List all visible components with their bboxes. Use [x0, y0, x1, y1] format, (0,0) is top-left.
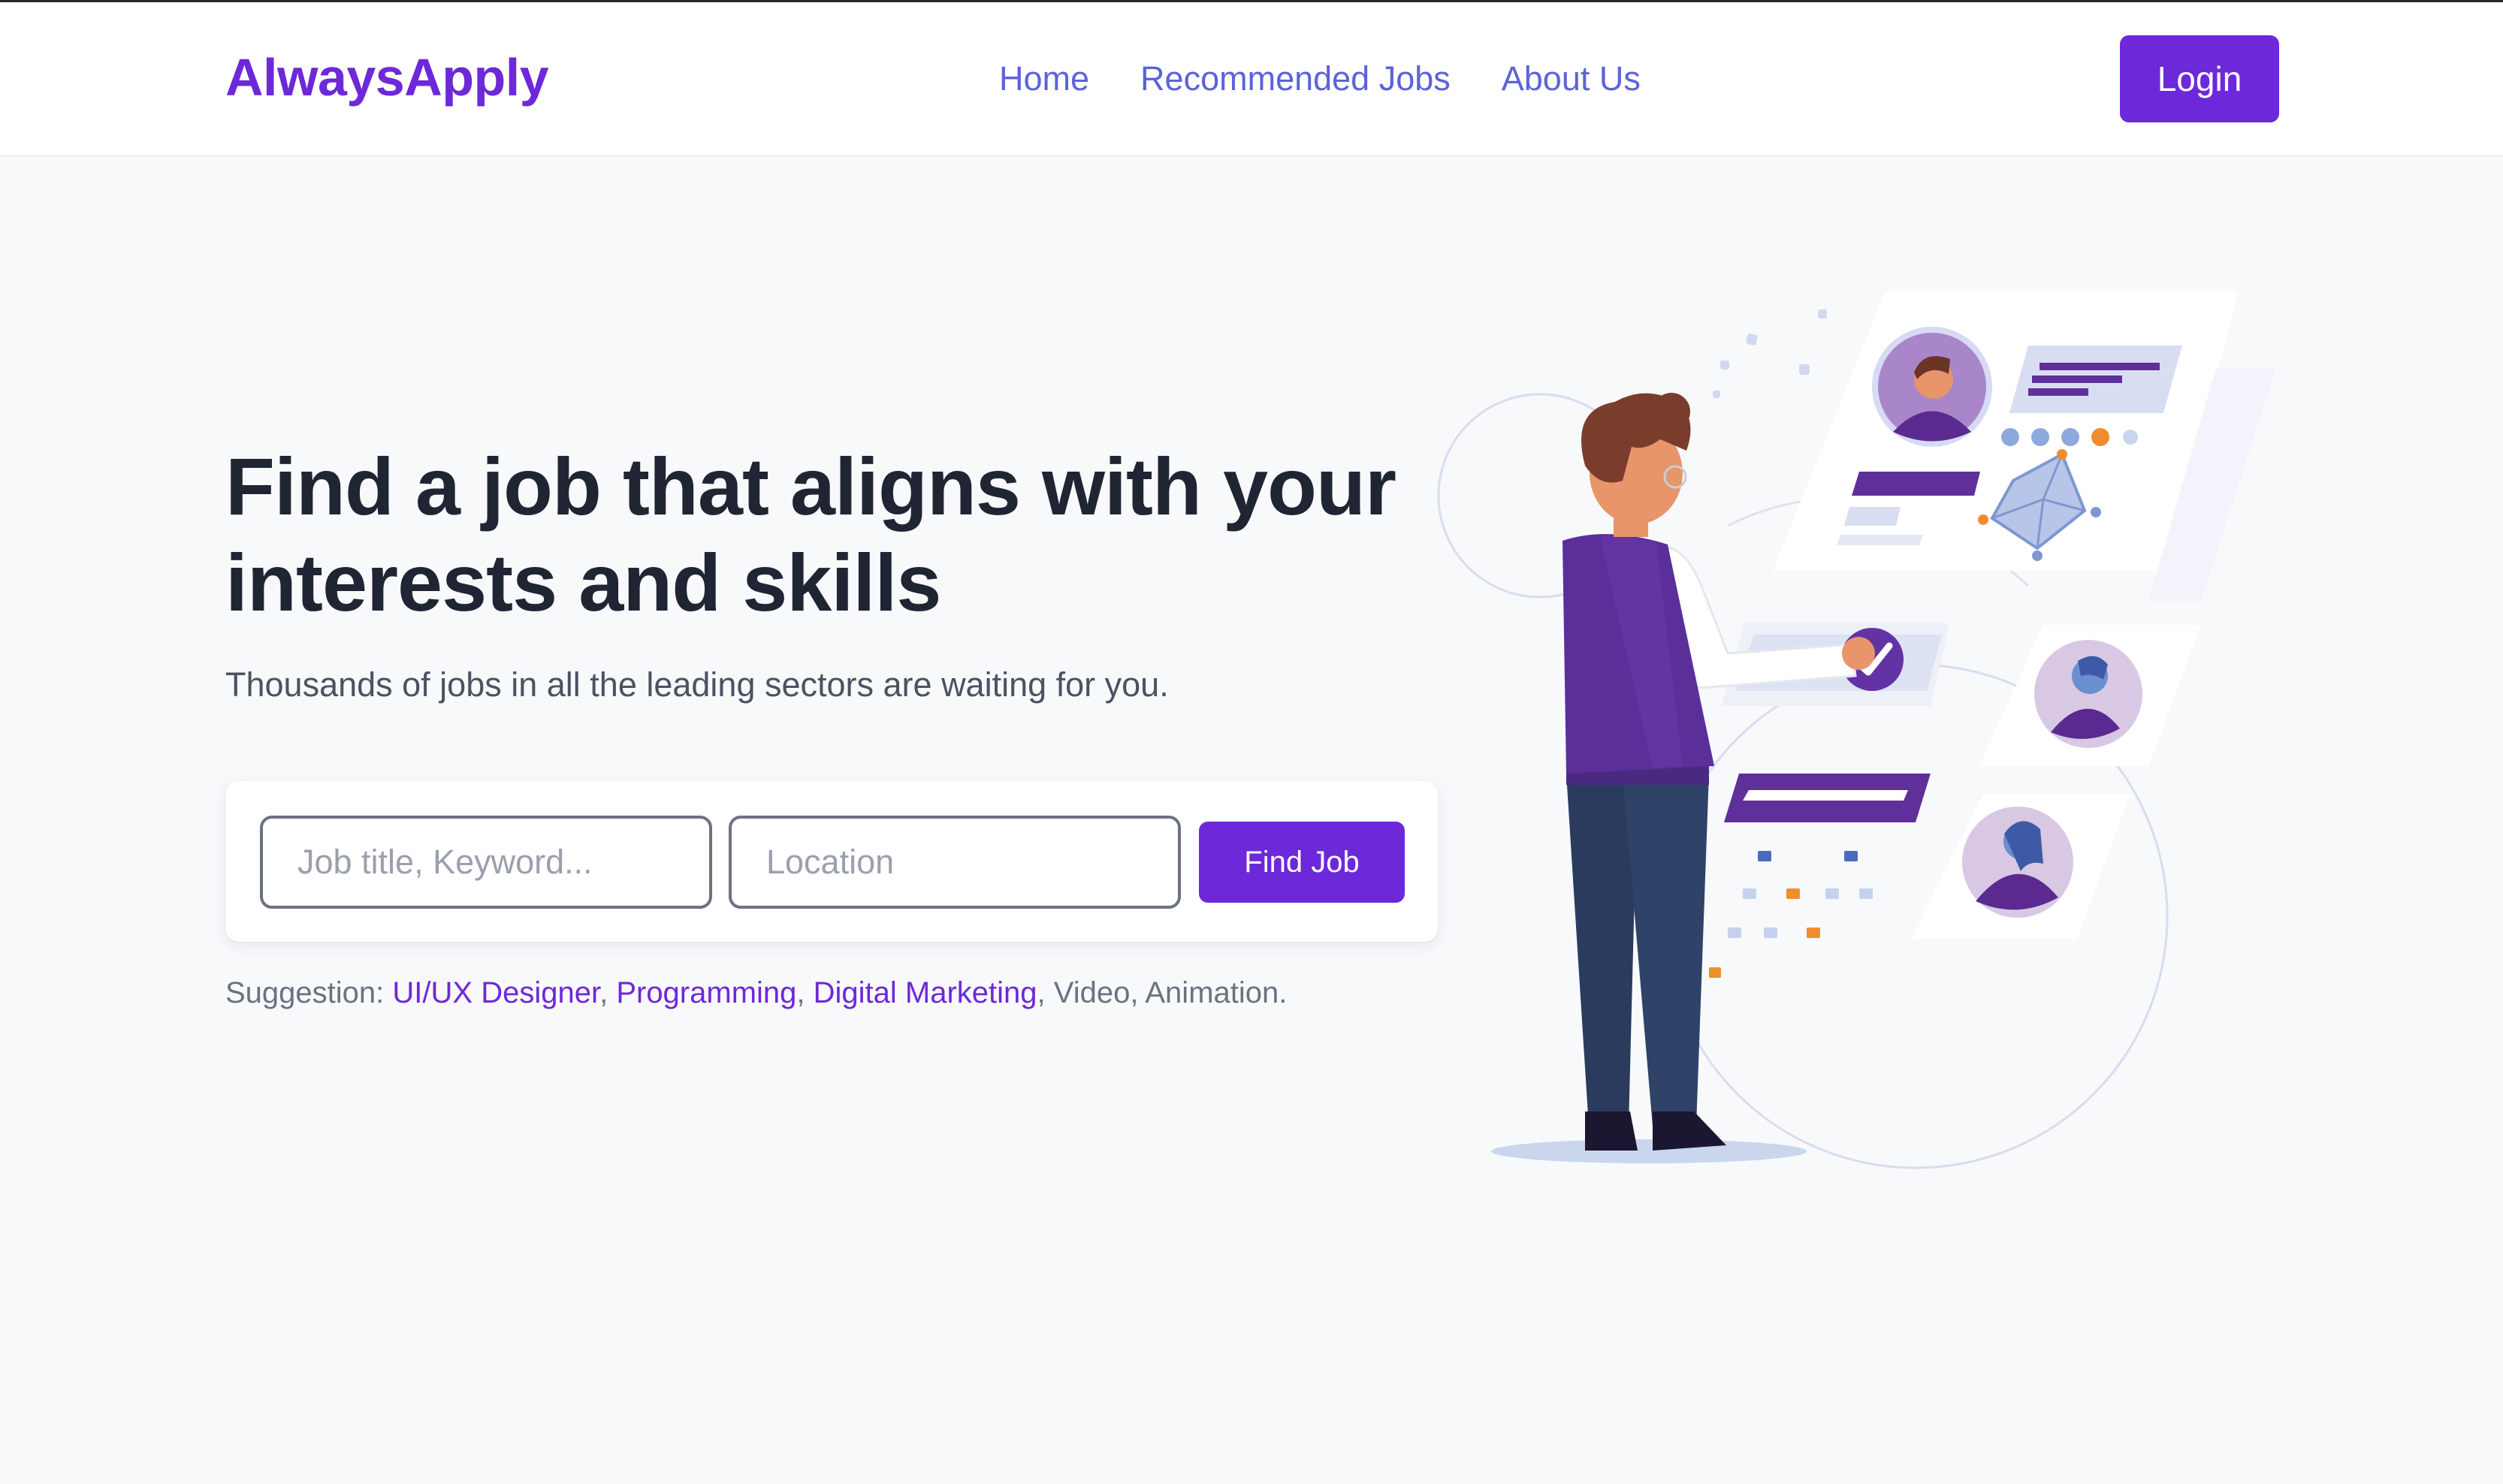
- suggestions: Suggestion: UI/UX Designer, Programming,…: [225, 976, 1288, 1009]
- avatar-card-1: [1979, 625, 2201, 766]
- suggestion-animation: Animation.: [1145, 976, 1288, 1009]
- nav-link-about-us[interactable]: About Us: [1502, 59, 1641, 98]
- avatar-card-2: [1912, 795, 2130, 939]
- suggestion-prefix: Suggestion:: [225, 976, 385, 1009]
- suggestion-digital-marketing[interactable]: Digital Marketing: [814, 976, 1037, 1009]
- hero-headline: Find a job that aligns with your interes…: [225, 441, 1396, 628]
- person-at-dashboard-illustration: [1437, 291, 2276, 1169]
- find-job-button[interactable]: Find Job: [1199, 822, 1405, 903]
- brand-logo[interactable]: AlwaysApply: [225, 47, 549, 107]
- location-input[interactable]: [729, 816, 1181, 909]
- hero-subline: Thousands of jobs in all the leading sec…: [225, 665, 1169, 704]
- main-nav: Home Recommended Jobs About Us: [999, 59, 1641, 98]
- suggestion-programming[interactable]: Programming: [616, 976, 796, 1009]
- login-button[interactable]: Login: [2120, 35, 2279, 122]
- nav-link-recommended-jobs[interactable]: Recommended Jobs: [1140, 59, 1451, 98]
- bar-card: [1709, 774, 1931, 978]
- suggestion-video: Video: [1053, 976, 1131, 1009]
- profile-card: [1773, 291, 2276, 601]
- search-card: Find Job: [225, 781, 1438, 942]
- nav-link-home[interactable]: Home: [999, 59, 1089, 98]
- suggestion-ui-ux-designer[interactable]: UI/UX Designer: [392, 976, 599, 1009]
- navbar: AlwaysApply Home Recommended Jobs About …: [0, 2, 2503, 157]
- job-keyword-input[interactable]: [260, 816, 712, 909]
